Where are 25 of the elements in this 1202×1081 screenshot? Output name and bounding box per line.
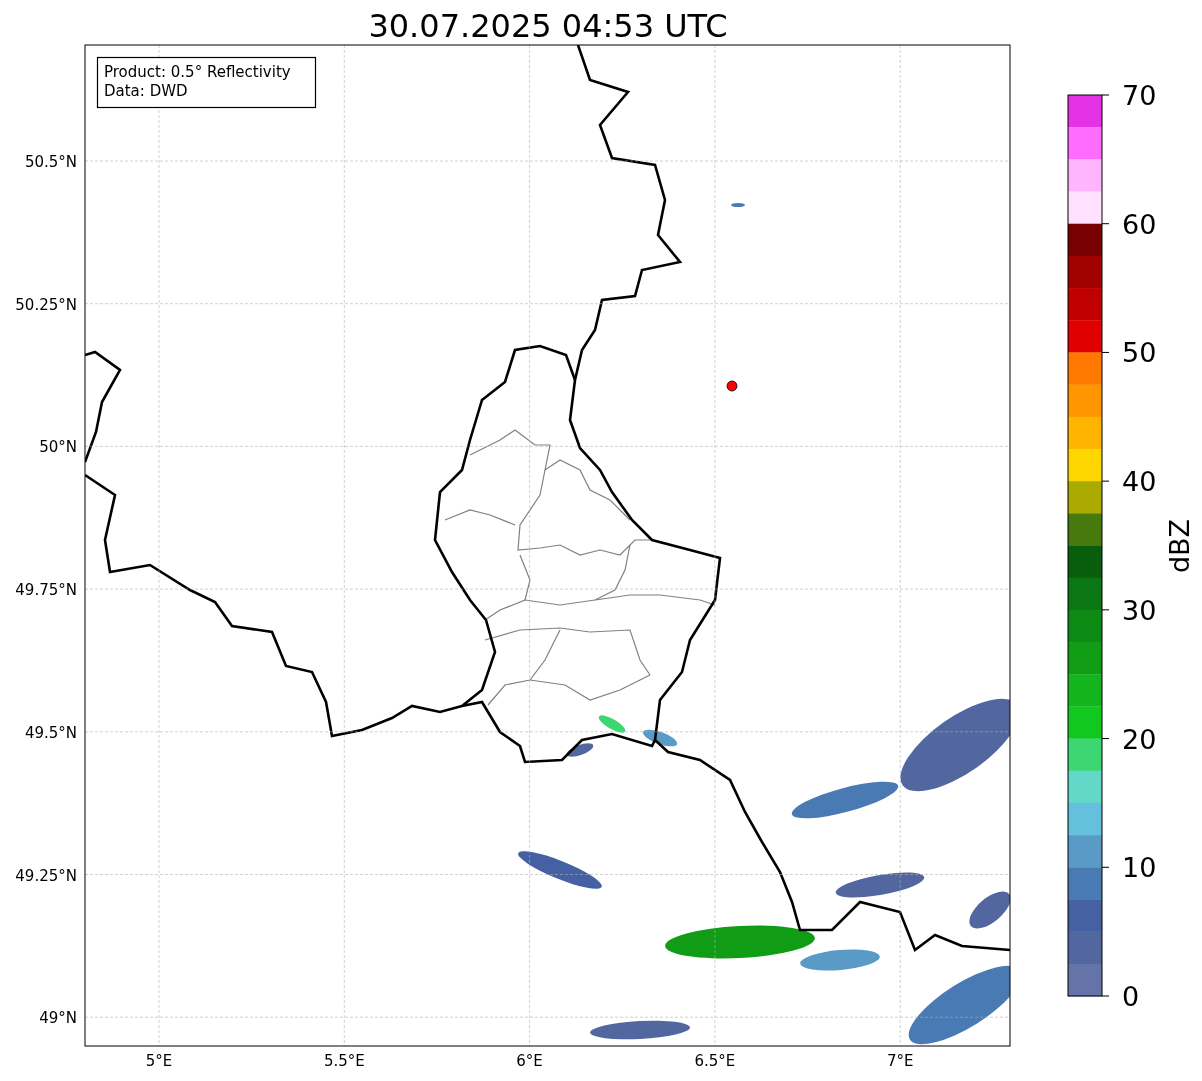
colorbar-label: dBZ — [1164, 518, 1195, 574]
colorbar-tick-label: 0 — [1122, 981, 1140, 1012]
longitude-label: 6.5°E — [694, 1052, 736, 1070]
colorbar-tick-label: 10 — [1122, 852, 1157, 884]
latitude-label: 50.5°N — [24, 153, 77, 171]
longitude-label: 7°E — [886, 1052, 914, 1070]
latitude-label: 50.25°N — [15, 295, 77, 314]
latitude-label: 49°N — [39, 1009, 77, 1028]
location-marker — [726, 380, 738, 392]
colorbar-tick-label: 40 — [1122, 466, 1157, 498]
colorbar-tick-label: 50 — [1122, 337, 1157, 369]
colorbar-tick-label: 30 — [1122, 594, 1157, 626]
colorbar-tick-label: 20 — [1122, 723, 1157, 755]
latitude-label: 49.25°N — [15, 866, 77, 885]
colorbar-tick-label: 60 — [1122, 208, 1157, 240]
latitude-label: 49.75°N — [15, 581, 77, 600]
latitude-label: 50°N — [39, 438, 77, 457]
annotation-text: Data: DWD — [104, 82, 188, 100]
colorbar-tick-label: 70 — [1122, 80, 1157, 111]
annotation-text: Product: 0.5° Reflectivity — [104, 63, 291, 81]
longitude-label: 6°E — [516, 1052, 543, 1070]
longitude-label: 5°E — [145, 1052, 173, 1070]
longitude-label: 5.5°E — [323, 1052, 365, 1070]
latitude-label: 49.5°N — [24, 723, 77, 742]
chart-title: 30.07.2025 04:53 UTC — [368, 7, 728, 45]
